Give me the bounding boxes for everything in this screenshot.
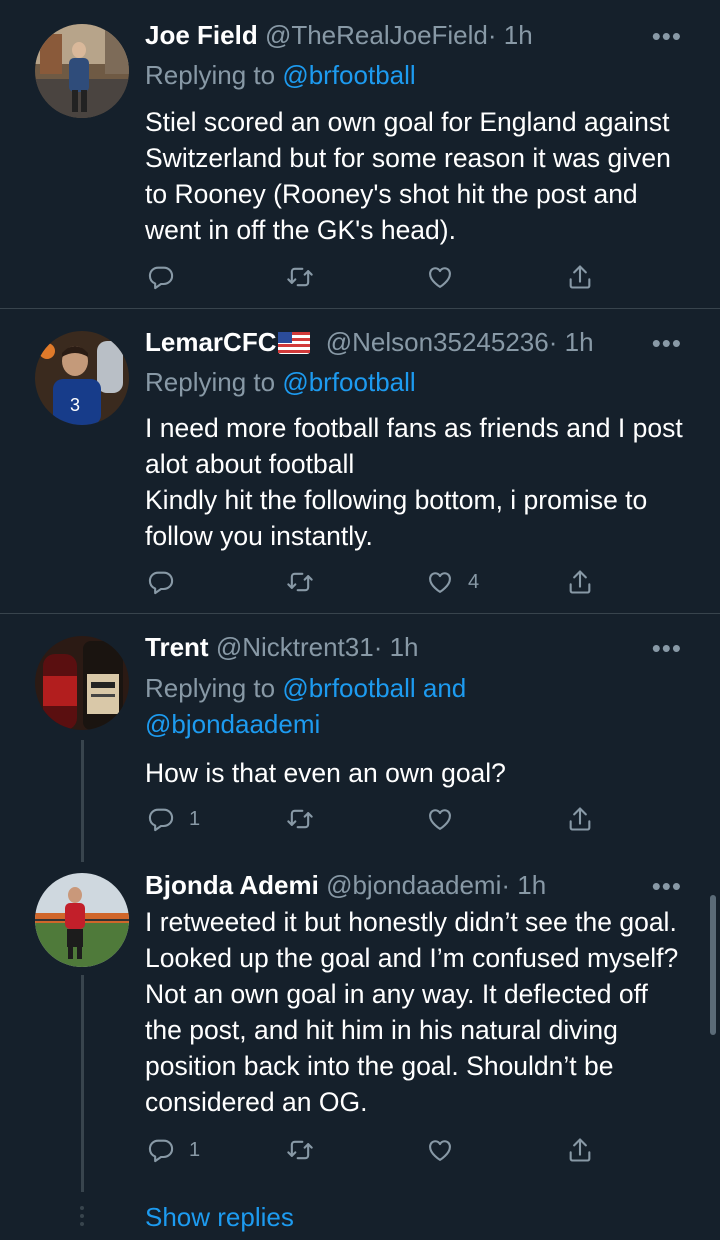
retweet-icon bbox=[286, 263, 314, 291]
replying-to: Replying to @brfootball bbox=[145, 57, 416, 93]
thread-dots bbox=[80, 1206, 84, 1230]
tweet-bjonda-ademi[interactable]: Bjonda Ademi @bjondaademi· 1h ••• I retw… bbox=[0, 864, 720, 1194]
share-icon bbox=[566, 263, 594, 291]
retweet-icon bbox=[286, 1136, 314, 1164]
reply-icon bbox=[147, 263, 175, 291]
tweet-header: LemarCFC @Nelson35245236· 1h bbox=[145, 327, 660, 357]
retweet-button[interactable] bbox=[286, 567, 314, 597]
timestamp[interactable]: · 1h bbox=[549, 327, 594, 357]
share-button[interactable] bbox=[566, 1135, 594, 1165]
tweet-header: Bjonda Ademi @bjondaademi· 1h bbox=[145, 870, 660, 900]
avatar[interactable] bbox=[35, 873, 129, 967]
share-button[interactable] bbox=[566, 804, 594, 834]
retweet-button[interactable] bbox=[286, 804, 314, 834]
share-icon bbox=[566, 805, 594, 833]
display-name[interactable]: LemarCFC bbox=[145, 327, 276, 357]
like-button[interactable] bbox=[426, 262, 468, 292]
mention-link[interactable]: @brfootball bbox=[282, 60, 415, 90]
svg-text:3: 3 bbox=[70, 395, 80, 415]
tweet-text-line: I need more football fans as friends and… bbox=[145, 413, 683, 479]
retweet-icon bbox=[286, 805, 314, 833]
reply-icon bbox=[147, 568, 175, 596]
reply-icon bbox=[147, 805, 175, 833]
handle[interactable]: @bjondaademi bbox=[326, 870, 501, 900]
share-button[interactable] bbox=[566, 262, 594, 292]
tweet-text-line: Kindly hit the following bottom, i promi… bbox=[145, 485, 648, 551]
replying-prefix: Replying to bbox=[145, 60, 283, 90]
tweet-header: Joe Field @TheRealJoeField· 1h bbox=[145, 20, 660, 50]
reply-count: 1 bbox=[189, 807, 201, 830]
avatar[interactable] bbox=[35, 636, 129, 730]
timestamp[interactable]: · 1h bbox=[488, 20, 533, 50]
timestamp[interactable]: · 1h bbox=[374, 632, 419, 662]
timestamp[interactable]: · 1h bbox=[501, 870, 546, 900]
scrollbar[interactable] bbox=[710, 895, 716, 1035]
like-icon bbox=[426, 568, 454, 596]
share-icon bbox=[566, 1136, 594, 1164]
tweet-text: How is that even an own goal? bbox=[145, 758, 506, 788]
more-icon[interactable]: ••• bbox=[652, 635, 682, 661]
tweet-lemarcfc[interactable]: 3 LemarCFC @Nelson35245236· 1h ••• Reply… bbox=[0, 309, 720, 613]
like-icon bbox=[426, 1136, 454, 1164]
retweet-button[interactable] bbox=[286, 262, 314, 292]
like-icon bbox=[426, 263, 454, 291]
handle[interactable]: @Nicktrent31 bbox=[216, 632, 374, 662]
replying-prefix: Replying to bbox=[145, 367, 283, 397]
tweet-text: I retweeted it but honestly didn’t see t… bbox=[145, 907, 679, 1117]
like-count: 4 bbox=[468, 570, 480, 593]
avatar[interactable]: 3 bbox=[35, 331, 129, 425]
more-icon[interactable]: ••• bbox=[652, 873, 682, 899]
tweet-actions: 4 bbox=[145, 567, 605, 597]
more-icon[interactable]: ••• bbox=[652, 23, 682, 49]
retweet-icon bbox=[286, 568, 314, 596]
display-name[interactable]: Trent bbox=[145, 632, 209, 662]
tweet-actions: 1 bbox=[145, 1135, 605, 1165]
us-flag-icon bbox=[278, 332, 311, 354]
reply-icon bbox=[147, 1136, 175, 1164]
like-button[interactable] bbox=[426, 1135, 468, 1165]
share-button[interactable] bbox=[566, 567, 594, 597]
tweet-joe-field[interactable]: Joe Field @TheRealJoeField· 1h ••• Reply… bbox=[0, 0, 720, 308]
reply-button[interactable]: 1 bbox=[147, 1135, 200, 1165]
retweet-button[interactable] bbox=[286, 1135, 314, 1165]
tweet-text: Stiel scored an own goal for England aga… bbox=[145, 107, 671, 245]
reply-count: 1 bbox=[189, 1138, 201, 1161]
share-icon bbox=[566, 568, 594, 596]
like-button[interactable]: 4 bbox=[426, 567, 479, 597]
show-replies-link[interactable]: Show replies bbox=[145, 1199, 294, 1235]
handle[interactable]: @Nelson35245236 bbox=[326, 327, 549, 357]
like-icon bbox=[426, 805, 454, 833]
reply-button[interactable] bbox=[147, 262, 189, 292]
more-icon[interactable]: ••• bbox=[652, 330, 682, 356]
tweet-actions bbox=[145, 262, 605, 292]
handle[interactable]: @TheRealJoeField bbox=[265, 20, 488, 50]
tweet-actions: 1 bbox=[145, 804, 605, 834]
mention-link[interactable]: @brfootball bbox=[282, 367, 415, 397]
avatar[interactable] bbox=[35, 24, 129, 118]
replying-prefix: Replying to bbox=[145, 673, 283, 703]
like-button[interactable] bbox=[426, 804, 468, 834]
tweet-text: I need more football fans as friends and… bbox=[145, 410, 690, 554]
replying-to: Replying to @brfootball bbox=[145, 364, 416, 400]
tweet-header: Trent @Nicktrent31· 1h bbox=[145, 632, 660, 662]
replying-to: Replying to @brfootball and @bjondaademi bbox=[145, 670, 545, 742]
display-name[interactable]: Bjonda Ademi bbox=[145, 870, 319, 900]
reply-button[interactable]: 1 bbox=[147, 804, 200, 834]
reply-button[interactable] bbox=[147, 567, 189, 597]
tweet-trent[interactable]: Trent @Nicktrent31· 1h ••• Replying to @… bbox=[0, 614, 720, 864]
display-name[interactable]: Joe Field bbox=[145, 20, 258, 50]
